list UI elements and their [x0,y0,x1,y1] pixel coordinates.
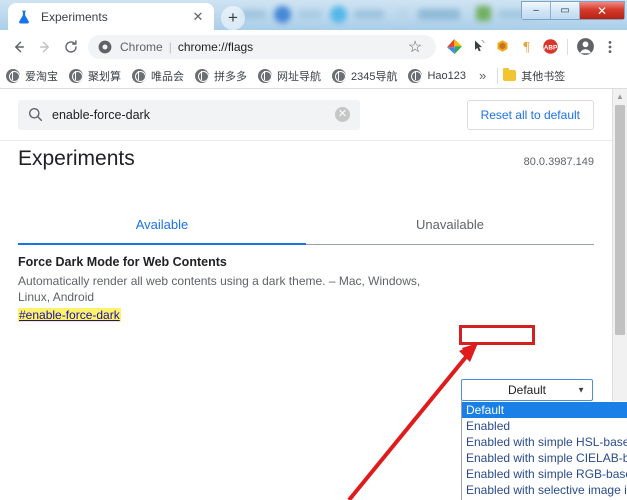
dropdown-option-default[interactable]: Default [462,402,627,418]
bookmark-item[interactable]: 拼多多 [195,68,247,84]
svg-text:ABP: ABP [544,45,558,52]
search-input[interactable]: enable-force-dark ✕ [18,99,360,130]
flag-select-dropdown[interactable]: Default Enabled Enabled with simple HSL-… [461,401,627,500]
tab-available[interactable]: Available [18,205,306,245]
page-title: Experiments [18,147,135,170]
dropdown-option-rgb[interactable]: Enabled with simple RGB-based inversion [462,466,627,482]
close-window-icon: ✕ [596,3,608,18]
new-tab-button[interactable]: + [221,6,245,30]
bookmark-label: Hao123 [427,69,467,82]
svg-text:¶: ¶ [523,40,530,55]
search-input-value: enable-force-dark [52,107,150,122]
flag-title: Force Dark Mode for Web Contents [18,255,227,269]
bookmark-item[interactable]: 2345导航 [332,68,397,84]
bookmark-label: 网址导航 [277,70,321,83]
bookmark-item[interactable]: 聚划算 [69,68,121,84]
honey-extension-icon[interactable] [491,35,514,58]
pilcrow-extension-icon[interactable]: ¶ [515,35,538,58]
dropdown-option-cielab[interactable]: Enabled with simple CIELAB-based inversi… [462,450,627,466]
globe-icon [132,68,146,83]
flag-select-force-dark[interactable]: Default ▼ [461,379,593,401]
cursor-pointer-extension-icon[interactable] [467,35,490,58]
chevron-down-icon: ▼ [577,385,585,395]
profile-avatar-button[interactable] [574,35,597,58]
maximize-icon: ▭ [560,4,570,16]
search-icon [28,107,43,122]
search-divider [0,140,612,141]
bookmark-label: 唯品会 [151,70,184,83]
flags-page: enable-force-dark ✕ Reset all to default… [0,89,627,500]
globe-icon [332,68,346,83]
bookmarks-overflow-button[interactable]: » [479,68,486,83]
flag-permalink[interactable]: #enable-force-dark [18,308,121,322]
flags-search-row: enable-force-dark ✕ Reset all to default [0,89,612,140]
forward-button[interactable] [32,34,58,60]
globe-icon [69,68,83,83]
maximize-button[interactable]: ▭ [551,2,580,19]
back-button[interactable] [6,34,32,60]
address-bar[interactable]: Chrome | chrome://flags ☆ [88,34,436,59]
tab-title: Experiments [41,9,108,24]
bookmarks-divider [497,67,499,84]
bookmark-label: 2345导航 [351,70,398,83]
browser-tab-experiments[interactable]: Experiments ✕ [8,3,214,30]
globe-icon [408,68,423,83]
chrome-version-label: 80.0.3987.149 [523,156,594,168]
scrollbar-thumb[interactable] [615,105,625,335]
bookmark-label: 爱淘宝 [25,70,58,83]
bookmark-label: 聚划算 [88,70,121,83]
dropdown-option-hsl[interactable]: Enabled with simple HSL-based inversion [462,434,627,450]
minimize-button[interactable]: – [522,2,551,19]
browser-window: Experiments ✕ + – ▭ ✕ Chrome | chrome://… [0,0,627,500]
flags-tabs: Available Unavailable [18,205,594,245]
bookmarks-bar: 爱淘宝 聚划算 唯品会 拼多多 网址导航 2345导航 Hao123 » 其他书… [0,63,627,89]
experiments-header: Experiments 80.0.3987.149 [18,147,594,195]
minimize-icon: – [533,4,539,16]
toolbar-divider [567,38,568,55]
bookmark-item[interactable]: 网址导航 [258,68,321,84]
omnibox-url-text: chrome://flags [177,39,254,54]
flag-description: Automatically render all web contents us… [18,274,421,304]
bookmark-item[interactable]: 唯品会 [132,68,184,84]
dropdown-option-selective-image[interactable]: Enabled with selective image inversion [462,482,627,498]
reload-button[interactable] [58,34,84,60]
title-bar: Experiments ✕ + – ▭ ✕ [0,0,627,30]
browser-menu-button[interactable] [598,35,621,58]
tab-unavailable[interactable]: Unavailable [306,205,594,244]
scroll-up-icon[interactable]: ▲ [613,89,627,104]
globe-icon [258,68,272,83]
clear-search-icon[interactable]: ✕ [335,107,350,122]
other-bookmarks-folder[interactable]: 其他书签 [503,67,566,84]
globe-icon [195,68,209,83]
chrome-logo-icon [98,40,112,54]
globe-icon [6,68,20,83]
bookmark-star-icon[interactable]: ☆ [404,36,426,58]
bookmark-label: 拼多多 [214,70,247,83]
close-window-button[interactable]: ✕ [580,2,624,19]
browser-toolbar: Chrome | chrome://flags ☆ ¶ ABP [0,30,627,63]
bookmark-item[interactable]: 爱淘宝 [6,68,58,84]
dropdown-option-enabled[interactable]: Enabled [462,418,627,434]
close-icon[interactable]: ✕ [190,9,206,25]
window-controls: – ▭ ✕ [521,1,625,20]
folder-icon [503,67,517,81]
bookmark-item[interactable]: Hao123 [408,68,467,83]
google-photos-extension-icon[interactable] [443,35,466,58]
flag-select-value: Default [507,383,547,397]
omnibox-separator: | [168,39,172,54]
reset-all-to-default-button[interactable]: Reset all to default [466,99,594,130]
other-bookmarks-label: 其他书签 [521,70,566,83]
flag-entry-force-dark: Force Dark Mode for Web Contents Automat… [18,255,594,324]
omnibox-scheme-label: Chrome [120,39,163,54]
adblock-plus-extension-icon[interactable]: ABP [539,35,562,58]
flask-icon [16,9,32,25]
